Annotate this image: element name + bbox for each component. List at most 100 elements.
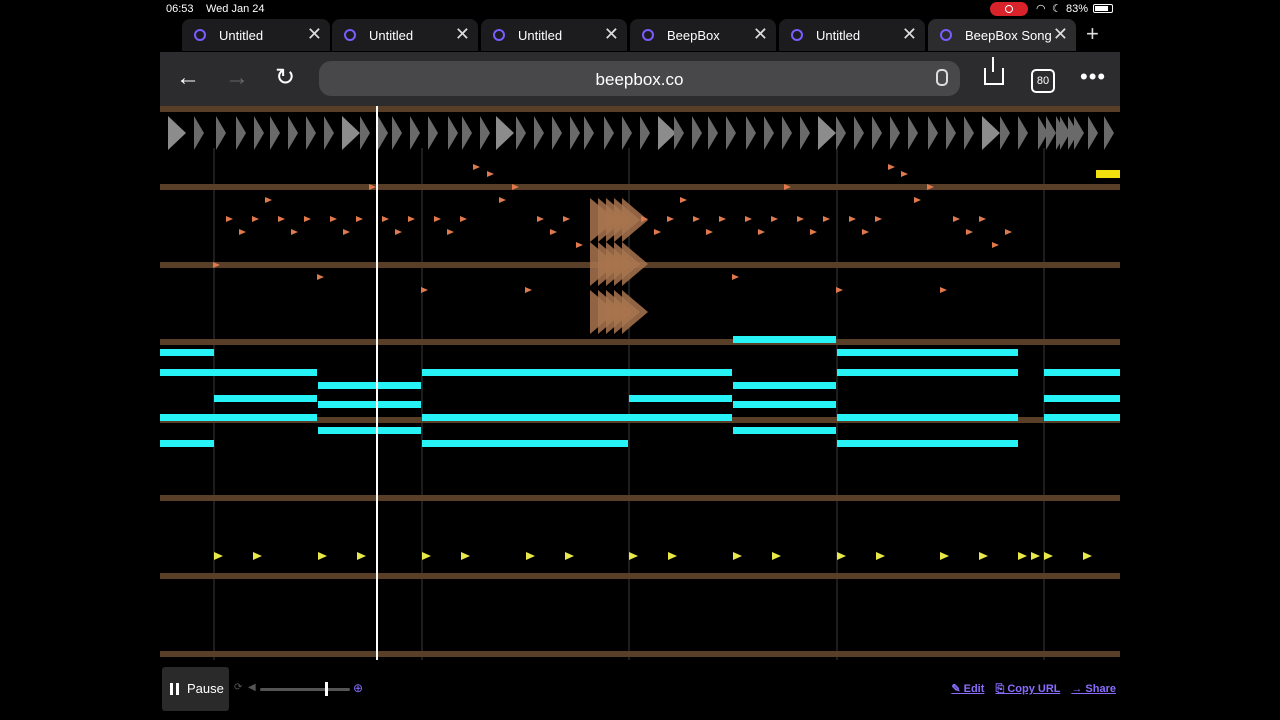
edit-link[interactable]: ✎ Edit: [951, 683, 984, 695]
drum-note: [447, 229, 454, 235]
arp-note: [837, 552, 846, 560]
copy-url-link[interactable]: ⎘ Copy URL: [995, 683, 1060, 695]
pattern-marker: [640, 116, 650, 150]
arp-note: [422, 552, 431, 560]
drum-note: [849, 216, 856, 222]
drum-note: [499, 197, 506, 203]
pitch-note: [160, 369, 317, 376]
tab-favicon-icon: [493, 29, 505, 41]
arp-note: [526, 552, 535, 560]
drum-note: [992, 242, 999, 248]
status-time: 06:53: [166, 3, 194, 15]
pitch-note: [733, 336, 836, 343]
drum-burst: [622, 290, 648, 334]
pitch-note: [733, 427, 836, 434]
arp-note: [1018, 552, 1027, 560]
tab-favicon-icon: [940, 29, 952, 41]
pitch-note: [318, 401, 421, 408]
arp-note: [940, 552, 949, 560]
reload-icon[interactable]: ↻: [275, 64, 295, 92]
wifi-icon: ◠: [1036, 3, 1046, 15]
close-icon[interactable]: ✕: [455, 25, 470, 43]
arp-note: [876, 552, 885, 560]
browser-tab[interactable]: BeepBox ✕: [630, 19, 776, 51]
close-icon[interactable]: ✕: [753, 25, 768, 43]
forward-arrow-icon[interactable]: →: [225, 64, 249, 92]
pitch-note: [160, 414, 317, 421]
tab-title: Untitled: [369, 28, 414, 43]
status-date: Wed Jan 24: [206, 3, 265, 15]
row-line: [160, 573, 1120, 579]
pitch-note: [733, 382, 836, 389]
note-grid[interactable]: [160, 106, 1120, 660]
share-icon[interactable]: [984, 57, 1004, 85]
arp-note: [733, 552, 742, 560]
close-icon[interactable]: ✕: [604, 25, 619, 43]
drum-note: [745, 216, 752, 222]
close-icon[interactable]: ✕: [307, 25, 322, 43]
browser-tab[interactable]: Untitled ✕: [332, 19, 478, 51]
new-tab-icon[interactable]: +: [1086, 21, 1099, 47]
pattern-marker: [254, 116, 264, 150]
browser-tab[interactable]: Untitled ✕: [779, 19, 925, 51]
drum-note: [239, 229, 246, 235]
pitch-note: [1044, 414, 1120, 421]
arp-note: [1031, 552, 1040, 560]
tab-count-button[interactable]: 80: [1031, 69, 1055, 93]
pattern-marker: [462, 116, 472, 150]
playhead: [376, 106, 378, 660]
browser-tab-active[interactable]: BeepBox Song ✕: [928, 19, 1076, 51]
close-icon[interactable]: ✕: [1053, 25, 1068, 43]
browser-tab[interactable]: Untitled ✕: [182, 19, 330, 51]
address-bar[interactable]: beepbox.co: [319, 61, 960, 96]
pattern-marker: [428, 116, 438, 150]
moon-icon: ☾: [1052, 3, 1062, 15]
pattern-marker: [890, 116, 900, 150]
pattern-marker: [448, 116, 458, 150]
close-icon[interactable]: ✕: [902, 25, 917, 43]
drum-note: [550, 229, 557, 235]
drum-note: [680, 197, 687, 203]
volume-slider-thumb[interactable]: [325, 682, 328, 696]
more-icon[interactable]: •••: [1080, 64, 1106, 90]
drum-note: [797, 216, 804, 222]
pattern-marker: [552, 116, 562, 150]
drum-note: [732, 274, 739, 280]
url-text: beepbox.co: [595, 70, 684, 89]
drum-note: [304, 216, 311, 222]
pattern-marker: [378, 116, 388, 150]
pattern-marker: [818, 116, 836, 150]
microphone-icon[interactable]: [936, 69, 948, 86]
drum-note: [836, 287, 843, 293]
drum-note: [343, 229, 350, 235]
back-arrow-icon[interactable]: ←: [176, 64, 200, 92]
pattern-editor[interactable]: [160, 106, 1120, 660]
pause-icon: [170, 683, 179, 695]
battery-icon: [1093, 4, 1113, 13]
drum-note: [356, 216, 363, 222]
drum-note: [252, 216, 259, 222]
pattern-marker: [746, 116, 756, 150]
drum-note: [317, 274, 324, 280]
volume-slider[interactable]: [260, 688, 350, 691]
browser-tab[interactable]: Untitled ✕: [481, 19, 627, 51]
pattern-marker: [836, 116, 846, 150]
tab-favicon-icon: [642, 29, 654, 41]
pitch-note: [629, 395, 732, 402]
drum-note: [487, 171, 494, 177]
pattern-marker: [782, 116, 792, 150]
zoom-icon[interactable]: ⊕: [353, 681, 363, 695]
tab-strip: Untitled ✕ Untitled ✕ Untitled ✕ BeepBox…: [160, 18, 1120, 52]
pattern-marker: [604, 116, 614, 150]
pattern-marker: [270, 116, 280, 150]
arp-note: [565, 552, 574, 560]
selection-marker: [1096, 170, 1120, 178]
pitch-note: [160, 349, 214, 356]
row-line: [160, 339, 1120, 345]
pattern-marker: [964, 116, 974, 150]
loop-icon[interactable]: ⟳: [234, 682, 242, 693]
pattern-marker: [342, 116, 360, 150]
arp-note: [253, 552, 262, 560]
pause-button[interactable]: Pause: [162, 667, 229, 711]
share-link[interactable]: → Share: [1071, 683, 1116, 695]
